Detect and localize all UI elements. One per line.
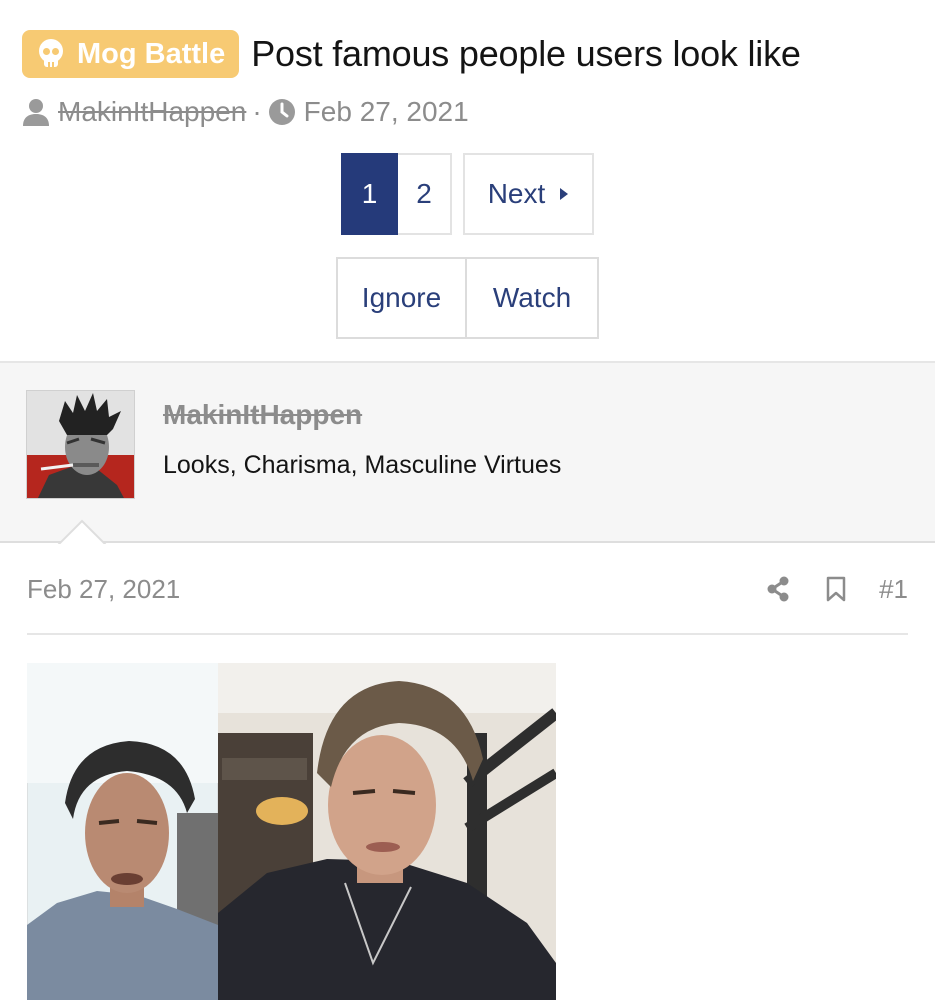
- thread-meta: MakinItHappen · Feb 27, 2021: [22, 92, 469, 132]
- user-icon: [23, 99, 49, 126]
- bookmark-icon[interactable]: [825, 576, 847, 602]
- share-icon[interactable]: [765, 576, 791, 602]
- caret-right-icon: [560, 188, 569, 200]
- meta-separator: ·: [252, 96, 262, 127]
- comparison-photo: [27, 663, 556, 1000]
- user-block-arrow: [57, 519, 107, 546]
- post-date[interactable]: Feb 27, 2021: [27, 574, 180, 605]
- next-page-button[interactable]: Next: [463, 153, 594, 235]
- ignore-button[interactable]: Ignore: [336, 257, 467, 339]
- post-divider: [27, 633, 908, 635]
- thread-actions: Ignore Watch: [336, 257, 599, 339]
- watch-button[interactable]: Watch: [467, 257, 599, 339]
- thread-author-link[interactable]: MakinItHappen: [58, 96, 246, 128]
- next-label: Next: [487, 178, 546, 209]
- thread-title: Post famous people users look like: [251, 33, 801, 74]
- page-1-button[interactable]: 1: [341, 153, 398, 235]
- post-number-link[interactable]: #1: [879, 574, 908, 605]
- page-2-button[interactable]: 2: [398, 153, 452, 235]
- post-user-block: MakinItHappen Looks, Charisma, Masculine…: [0, 361, 935, 546]
- title-row: Mog Battle Post famous people users look…: [22, 28, 801, 80]
- avatar[interactable]: [26, 390, 135, 499]
- post-author-name[interactable]: MakinItHappen: [163, 399, 362, 431]
- skull-icon: [39, 39, 63, 67]
- post-image[interactable]: [27, 663, 556, 1000]
- prefix-label: Mog Battle: [77, 37, 226, 70]
- prefix-badge[interactable]: Mog Battle: [22, 30, 240, 78]
- clock-icon: [268, 99, 295, 125]
- post-tools: #1: [765, 574, 908, 605]
- avatar-image: [27, 391, 134, 498]
- page-navigation: 1 2 Next: [341, 153, 594, 235]
- post-meta: Feb 27, 2021 #1: [27, 565, 908, 613]
- thread-date[interactable]: Feb 27, 2021: [304, 96, 469, 128]
- post-author-title: Looks, Charisma, Masculine Virtues: [163, 451, 562, 479]
